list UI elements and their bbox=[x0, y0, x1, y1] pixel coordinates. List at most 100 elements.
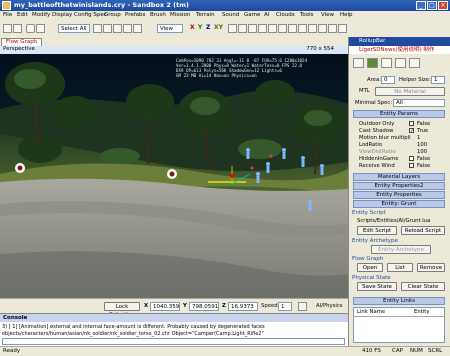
menu-clouds[interactable]: Clouds bbox=[276, 12, 295, 18]
mtl-label: MTL bbox=[359, 88, 370, 94]
console-title: Console bbox=[0, 314, 348, 322]
y-coordinate-field[interactable]: 798.0591 bbox=[189, 302, 219, 311]
display-tab-icon[interactable] bbox=[395, 58, 406, 68]
terrain-snap-icon[interactable] bbox=[228, 24, 237, 33]
ai-physics-toggle[interactable]: AI/Physics bbox=[316, 303, 343, 309]
flow-graph-remove-button[interactable]: Remove bbox=[417, 263, 445, 272]
camera-icon[interactable] bbox=[288, 24, 297, 33]
param-name: ViewDistRatio bbox=[359, 149, 396, 155]
param-checkbox[interactable] bbox=[409, 156, 414, 161]
terrain-follow-icon[interactable] bbox=[298, 302, 307, 311]
param-checkbox[interactable] bbox=[409, 121, 414, 126]
menu-help[interactable]: Help bbox=[340, 12, 353, 18]
reload-script-button[interactable]: Reload Script bbox=[401, 226, 445, 235]
axis-z-button[interactable]: Z bbox=[206, 24, 210, 31]
entity-archetype-button[interactable]: Entity Archetype bbox=[371, 245, 431, 254]
console-line-2: objects/characters/human/asian/nk_soldie… bbox=[2, 331, 264, 337]
z-coordinate-field[interactable]: 16.9373 bbox=[228, 302, 258, 311]
param-value[interactable]: 100 bbox=[417, 149, 427, 155]
entity-properties2-header[interactable]: Entity Properties2 bbox=[353, 182, 445, 190]
sound-icon[interactable] bbox=[328, 24, 337, 33]
view-mode-dropdown[interactable]: View bbox=[157, 24, 183, 33]
entity-column[interactable]: Entity bbox=[414, 309, 429, 316]
menu-edit[interactable]: Edit bbox=[17, 12, 28, 18]
menu-sound[interactable]: Sound bbox=[222, 12, 239, 18]
close-button[interactable]: ✕ bbox=[438, 1, 448, 10]
objects-tab-icon[interactable] bbox=[353, 58, 364, 68]
settings-icon[interactable] bbox=[338, 24, 347, 33]
select-icon[interactable] bbox=[93, 24, 102, 33]
status-num: NUM bbox=[410, 348, 423, 354]
link-icon[interactable] bbox=[26, 24, 35, 33]
area-field[interactable]: 0 bbox=[381, 76, 395, 84]
overlay-line-4: GM 23 MB Ai=14 Nav=on Physics=on bbox=[176, 73, 257, 78]
modelling-tab-icon[interactable] bbox=[381, 58, 392, 68]
menu-config-spec[interactable]: Config Spec bbox=[74, 12, 107, 18]
minimal-spec-dropdown[interactable]: All bbox=[393, 99, 445, 107]
axis-y-button[interactable]: Y bbox=[198, 24, 202, 31]
menu-brush[interactable]: Brush bbox=[150, 12, 166, 18]
move-icon[interactable] bbox=[103, 24, 112, 33]
ai-icon[interactable] bbox=[318, 24, 327, 33]
param-checkbox[interactable]: ✓ bbox=[409, 128, 414, 134]
flow-graph-open-button[interactable]: Open bbox=[357, 263, 383, 272]
menu-file[interactable]: File bbox=[3, 12, 12, 18]
x-coordinate-field[interactable]: 1040.359 bbox=[150, 302, 180, 311]
script-path: Scripts/Entities/AI/Grunt.lua bbox=[357, 218, 431, 224]
menu-modify[interactable]: Modify bbox=[32, 12, 50, 18]
lock-selection-button[interactable]: Lock Selection bbox=[104, 302, 140, 318]
scene-render: CamPos=1090 782 31 Angl=-11 0 -87 FOV=75… bbox=[0, 54, 348, 298]
menu-mission[interactable]: Mission bbox=[170, 12, 190, 18]
entity-properties-header[interactable]: Entity Properties bbox=[353, 191, 445, 199]
minimize-button[interactable]: _ bbox=[416, 1, 426, 10]
scale-icon[interactable] bbox=[123, 24, 132, 33]
material-icon[interactable] bbox=[268, 24, 277, 33]
perspective-viewport[interactable]: CamPos=1090 782 31 Angl=-11 0 -87 FOV=75… bbox=[0, 54, 348, 298]
clear-state-button[interactable]: Clear State bbox=[401, 282, 445, 291]
speed-field[interactable]: 1 bbox=[278, 302, 292, 311]
material-layers-header[interactable]: Material Layers bbox=[353, 173, 445, 181]
layers-tab-icon[interactable] bbox=[409, 58, 420, 68]
entity-links-table[interactable]: Link Name Entity bbox=[353, 307, 445, 343]
redo-icon[interactable] bbox=[13, 24, 22, 33]
edit-script-button[interactable]: Edit Script bbox=[357, 226, 397, 235]
entity-grunt-header[interactable]: Entity: Grunt bbox=[353, 200, 445, 208]
menu-view[interactable]: View bbox=[321, 12, 334, 18]
terrain-tab-icon[interactable] bbox=[367, 58, 378, 68]
console-input[interactable] bbox=[2, 338, 345, 345]
entity-params-header[interactable]: Entity Params bbox=[353, 110, 445, 118]
save-state-button[interactable]: Save State bbox=[357, 282, 397, 291]
menu-prefabs[interactable]: Prefabs bbox=[125, 12, 145, 18]
material-button[interactable]: No Material bbox=[375, 87, 445, 96]
menu-game[interactable]: Game bbox=[244, 12, 260, 18]
menu-display[interactable]: Display bbox=[52, 12, 72, 18]
entity-marker-left[interactable] bbox=[15, 163, 25, 173]
axis-xy-button[interactable]: XY bbox=[214, 24, 223, 31]
unlink-icon[interactable] bbox=[36, 24, 45, 33]
entity-marker-center[interactable] bbox=[167, 169, 177, 179]
maximize-button[interactable]: □ bbox=[427, 1, 437, 10]
viewport-name[interactable]: Perspective bbox=[3, 46, 35, 52]
menu-terrain[interactable]: Terrain bbox=[196, 12, 215, 18]
param-value[interactable]: 100 bbox=[417, 142, 427, 148]
rotate-icon[interactable] bbox=[113, 24, 122, 33]
flow-graph-list-button[interactable]: List bbox=[387, 263, 413, 272]
param-checkbox[interactable] bbox=[409, 163, 414, 168]
play-icon[interactable] bbox=[308, 24, 317, 33]
menu-group[interactable]: Group bbox=[104, 12, 121, 18]
selection-filter-dropdown[interactable]: Select All bbox=[58, 24, 90, 33]
entity-links-header[interactable]: Entity Links bbox=[353, 297, 445, 305]
grid-icon[interactable] bbox=[238, 24, 247, 33]
undo-icon[interactable] bbox=[3, 24, 12, 33]
angle-snap-icon[interactable] bbox=[248, 24, 257, 33]
axis-x-button[interactable]: X bbox=[190, 24, 195, 31]
param-value[interactable]: 1 bbox=[417, 135, 420, 141]
layer-icon[interactable] bbox=[258, 24, 267, 33]
snap-icon[interactable] bbox=[133, 24, 142, 33]
helper-size-field[interactable]: 1 bbox=[431, 76, 445, 84]
lighting-icon[interactable] bbox=[278, 24, 287, 33]
menu-tools[interactable]: Tools bbox=[300, 12, 314, 18]
physics-icon[interactable] bbox=[298, 24, 307, 33]
link-name-column[interactable]: Link Name bbox=[357, 309, 385, 316]
menu-ai[interactable]: AI bbox=[264, 12, 269, 18]
